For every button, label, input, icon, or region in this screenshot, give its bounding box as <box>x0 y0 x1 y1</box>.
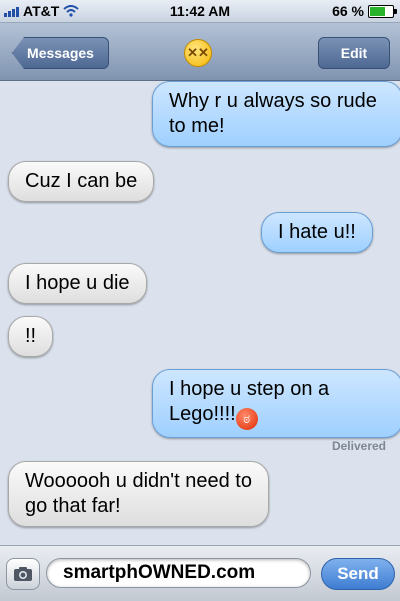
status-bar: AT&T 11:42 AM 66 % <box>0 0 400 23</box>
delivered-status: Delivered <box>331 439 386 453</box>
battery-icon <box>368 4 397 18</box>
battery-status: 66 % <box>332 3 397 19</box>
back-to-messages-button[interactable]: Messages <box>12 37 109 69</box>
battery-fill <box>370 6 385 16</box>
camera-button[interactable] <box>6 558 40 590</box>
battery-percent: 66 % <box>332 3 364 19</box>
message-input-bar: smartphOWNED.com Send <box>0 545 400 601</box>
message-bubble-incoming[interactable]: Woooooh u didn't need to go that far! <box>8 461 269 527</box>
message-thread[interactable]: Why r u always so rude to me! Cuz I can … <box>0 81 400 544</box>
message-bubble-outgoing[interactable]: I hate u!! <box>261 212 373 253</box>
camera-icon <box>14 567 32 581</box>
message-bubble-incoming[interactable]: I hope u die <box>8 263 147 304</box>
dizzy-face-icon[interactable]: ✕✕ <box>184 39 212 67</box>
message-bubble-outgoing[interactable]: Why r u always so rude to me! <box>152 81 400 147</box>
edit-button[interactable]: Edit <box>318 37 390 69</box>
message-bubble-outgoing[interactable]: I hope u step on a Lego!!!! ಠ <box>152 369 400 438</box>
message-bubble-incoming[interactable]: !! <box>8 316 54 357</box>
message-bubble-incoming[interactable]: Cuz I can be <box>8 161 155 202</box>
send-button[interactable]: Send <box>321 558 395 590</box>
navigation-bar: Messages ✕✕ Edit <box>0 23 400 81</box>
message-input[interactable]: smartphOWNED.com <box>46 558 311 588</box>
angry-face-icon: ಠ <box>235 408 258 430</box>
